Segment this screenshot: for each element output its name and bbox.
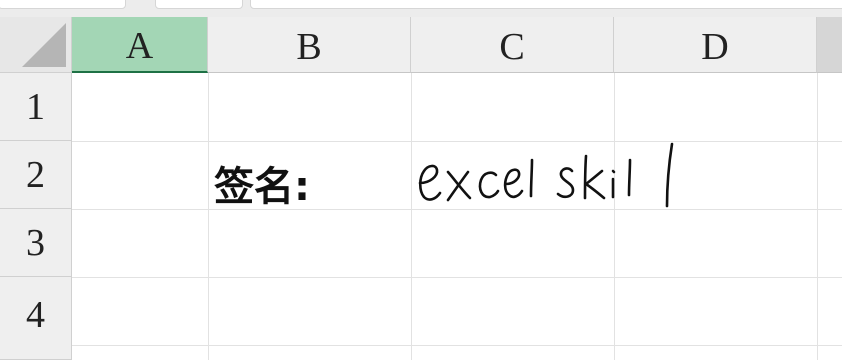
row-header-2[interactable]: 2 xyxy=(0,141,72,209)
column-header-e[interactable] xyxy=(817,17,842,73)
gridline xyxy=(72,345,842,346)
row-header-3[interactable]: 3 xyxy=(0,209,72,277)
select-all-button[interactable] xyxy=(0,17,72,73)
column-header-c[interactable]: C xyxy=(411,17,614,73)
cell-b2-signature-label[interactable]: 签名: xyxy=(214,154,310,212)
function-buttons[interactable] xyxy=(155,0,243,9)
select-all-triangle-icon xyxy=(22,23,66,67)
column-header-a[interactable]: A xyxy=(72,17,208,73)
handwritten-signature-image xyxy=(418,142,674,208)
gridline xyxy=(208,73,209,360)
column-header-b[interactable]: B xyxy=(208,17,411,73)
top-toolbar-strip xyxy=(0,0,842,17)
gridline xyxy=(72,277,842,278)
gridline xyxy=(817,73,818,360)
column-header-d[interactable]: D xyxy=(614,17,817,73)
row-header-1[interactable]: 1 xyxy=(0,73,72,141)
formula-bar[interactable] xyxy=(250,0,842,9)
cell-c2-handwritten-signature[interactable] xyxy=(410,128,680,223)
row-header-4[interactable]: 4 xyxy=(0,277,72,360)
name-box[interactable] xyxy=(0,0,126,9)
